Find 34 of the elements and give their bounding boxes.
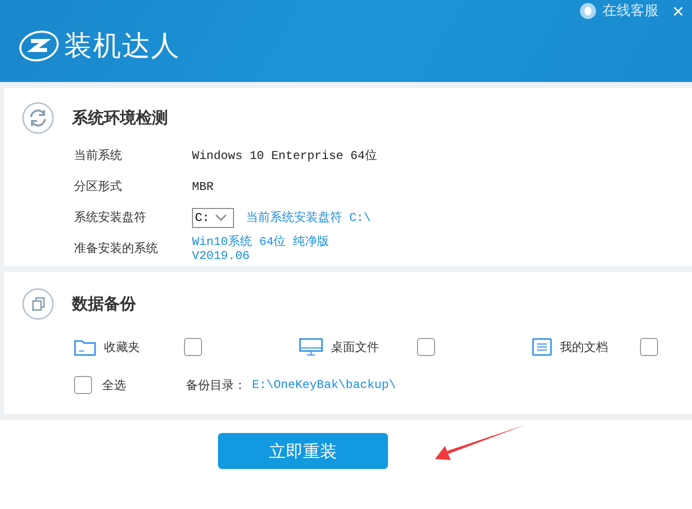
drive-note: 当前系统安装盘符 C:\ bbox=[246, 212, 371, 224]
checkbox[interactable] bbox=[640, 338, 658, 356]
field-label: 准备安装的系统 bbox=[74, 240, 159, 257]
online-support-link[interactable]: 在线客服 bbox=[580, 2, 658, 20]
field-value: Windows 10 Enterprise 64位 bbox=[192, 148, 378, 164]
system-version-link[interactable]: Win10系统 64位 纯净版 bbox=[192, 236, 692, 248]
monitor-icon bbox=[299, 338, 323, 356]
backup-item-label: 我的文档 bbox=[560, 338, 609, 356]
checkbox[interactable] bbox=[184, 338, 202, 356]
logo-icon bbox=[18, 28, 60, 64]
field-label: 分区形式 bbox=[74, 178, 123, 195]
chevron-down-icon bbox=[215, 214, 228, 222]
backup-dir-path[interactable]: E:\OneKeyBak\backup\ bbox=[252, 379, 396, 391]
backup-item-label: 桌面文件 bbox=[331, 338, 380, 356]
close-button[interactable]: × bbox=[672, 2, 684, 22]
backup-item-label: 收藏夹 bbox=[104, 338, 141, 356]
checkbox[interactable] bbox=[74, 376, 92, 394]
chat-icon bbox=[580, 3, 596, 19]
refresh-icon bbox=[22, 102, 54, 134]
section-title: 系统环境检测 bbox=[72, 108, 168, 128]
field-label: 系统安装盘符 bbox=[74, 209, 147, 226]
system-version-link[interactable]: V2019.06 bbox=[192, 250, 692, 262]
drive-select[interactable]: C: bbox=[192, 208, 234, 228]
field-label: 当前系统 bbox=[74, 147, 123, 164]
reinstall-button[interactable]: 立即重装 bbox=[218, 433, 388, 469]
app-logo-text: 装机达人 bbox=[64, 28, 180, 64]
folder-icon bbox=[74, 338, 96, 356]
select-all-label: 全选 bbox=[102, 376, 127, 394]
document-icon bbox=[532, 338, 552, 356]
backup-dir-label: 备份目录： bbox=[186, 376, 246, 394]
field-value: MBR bbox=[192, 180, 215, 194]
checkbox[interactable] bbox=[417, 338, 435, 356]
section-title: 数据备份 bbox=[72, 294, 136, 314]
copy-icon bbox=[22, 288, 54, 320]
